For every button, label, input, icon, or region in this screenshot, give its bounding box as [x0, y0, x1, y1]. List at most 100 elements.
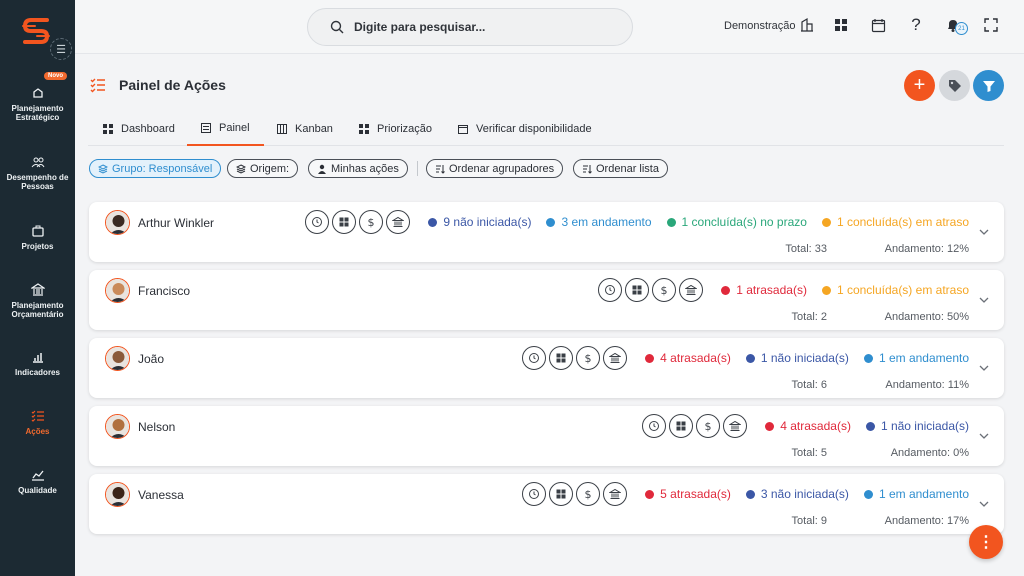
total-count: Total: 9: [791, 515, 827, 527]
status-count[interactable]: 3 não iniciada(s): [745, 487, 849, 501]
status-count[interactable]: 1 em andamento: [863, 351, 969, 365]
apps-grid-icon[interactable]: [832, 16, 850, 34]
company-building-icon[interactable]: [798, 16, 816, 34]
responsible-card[interactable]: Vanessa $5 atrasada(s) 3 não iniciada(s) 1 …: [89, 474, 1004, 534]
status-count[interactable]: 5 atrasada(s): [645, 487, 731, 501]
my-actions-filter[interactable]: Minhas ações: [308, 159, 408, 178]
responsible-card[interactable]: João $4 atrasada(s) 1 não iniciada(s) 1 em …: [89, 338, 1004, 398]
chevron-down-icon[interactable]: [978, 362, 990, 374]
dollar-icon[interactable]: $: [576, 346, 601, 370]
clock-icon[interactable]: [598, 278, 623, 302]
responsible-card[interactable]: Francisco $1 atrasada(s) 1 concluída(s) em…: [89, 270, 1004, 330]
grid-icon[interactable]: [625, 278, 650, 302]
sidebar-item-planejamento-orcamentario[interactable]: Planejamento Orçamentário: [0, 283, 75, 319]
status-label: 3 em andamento: [561, 215, 652, 229]
tab-kanban[interactable]: Kanban: [277, 111, 333, 146]
status-count[interactable]: 9 não iniciada(s): [428, 215, 531, 229]
svg-text:$: $: [368, 216, 375, 228]
status-count[interactable]: 1 concluída(s) no prazo: [666, 215, 807, 229]
sidebar-item-projetos[interactable]: Projetos: [0, 224, 75, 251]
status-label: 1 não iniciada(s): [880, 419, 969, 433]
total-count: Total: 6: [791, 379, 827, 391]
chevron-down-icon[interactable]: [978, 430, 990, 442]
chevron-down-icon[interactable]: [978, 226, 990, 238]
tab-label: Verificar disponibilidade: [476, 122, 592, 135]
grid-icon[interactable]: [332, 210, 357, 234]
filter-divider: [417, 161, 418, 176]
group-by-filter[interactable]: Grupo: Responsável: [89, 159, 222, 178]
app-logo[interactable]: [19, 14, 53, 48]
status-count[interactable]: 1 concluída(s) em atraso: [821, 283, 969, 297]
grid-icon[interactable]: [549, 346, 574, 370]
status-dot: [821, 285, 831, 295]
status-summary: $4 atrasada(s) 1 não iniciada(s): [642, 414, 969, 438]
clock-icon[interactable]: [642, 414, 667, 438]
dollar-icon[interactable]: $: [696, 414, 721, 438]
status-dot: [645, 489, 655, 499]
line-chart-icon: [31, 470, 44, 481]
status-count[interactable]: 1 concluída(s) em atraso: [821, 215, 969, 229]
status-count[interactable]: 3 em andamento: [546, 215, 652, 229]
calendar-icon[interactable]: [869, 16, 887, 34]
dollar-icon[interactable]: $: [359, 210, 384, 234]
bank-icon[interactable]: [723, 414, 748, 438]
clock-icon[interactable]: [305, 210, 330, 234]
search-input[interactable]: Digite para pesquisar...: [307, 8, 633, 46]
sidebar-item-acoes[interactable]: Ações: [0, 409, 75, 436]
filter-button[interactable]: [973, 70, 1004, 101]
search-icon: [330, 20, 344, 34]
sidebar-item-desempenho-pessoas[interactable]: Desempenho de Pessoas: [0, 155, 75, 191]
origin-filter[interactable]: Origem:: [227, 159, 299, 178]
sidebar-item-planejamento-estrategico[interactable]: Planejamento Estratégico: [0, 86, 75, 122]
responsible-card[interactable]: Nelson $4 atrasada(s) 1 não iniciada(s) Tot…: [89, 406, 1004, 466]
status-count[interactable]: 1 em andamento: [863, 487, 969, 501]
chevron-down-icon[interactable]: [978, 294, 990, 306]
status-label: 4 atrasada(s): [780, 419, 851, 433]
status-label: 9 não iniciada(s): [443, 215, 532, 229]
responsible-card[interactable]: Arthur Winkler $9 não iniciada(s) 3 em and…: [89, 202, 1004, 262]
status-count[interactable]: 1 não iniciada(s): [745, 351, 849, 365]
tab-priorizacao[interactable]: Priorização: [359, 111, 432, 146]
more-options-button[interactable]: ⋮: [969, 525, 1003, 559]
status-count[interactable]: 1 não iniciada(s): [865, 419, 969, 433]
strategy-icon: [32, 88, 43, 98]
menu-toggle-button[interactable]: ☰: [50, 38, 72, 60]
chevron-down-icon[interactable]: [978, 498, 990, 510]
status-count[interactable]: 4 atrasada(s): [765, 419, 851, 433]
chip-label: Grupo: Responsável: [112, 162, 213, 175]
grid-icon[interactable]: [669, 414, 694, 438]
clock-icon[interactable]: [522, 482, 547, 506]
avatar: [105, 414, 130, 439]
bank-icon[interactable]: [386, 210, 411, 234]
total-count: Total: 5: [791, 447, 827, 459]
sidebar: ☰ Novo Planejamento Estratégico Desempen…: [0, 0, 75, 576]
bank-icon[interactable]: [679, 278, 704, 302]
company-name[interactable]: Demonstração: [724, 20, 796, 32]
bank-icon[interactable]: [603, 482, 628, 506]
dollar-icon[interactable]: $: [576, 482, 601, 506]
tab-painel[interactable]: Painel: [187, 111, 264, 146]
sidebar-item-indicadores[interactable]: Indicadores: [0, 350, 75, 377]
tab-label: Kanban: [295, 122, 333, 135]
svg-text:$: $: [585, 488, 592, 500]
sidebar-item-qualidade[interactable]: Qualidade: [0, 468, 75, 495]
sidebar-item-label: Planejamento Orçamentário: [11, 301, 64, 319]
sort-groups-button[interactable]: Ordenar agrupadores: [426, 159, 564, 178]
tab-label: Painel: [219, 121, 250, 134]
add-action-button[interactable]: +: [904, 70, 935, 101]
status-count[interactable]: 1 atrasada(s): [721, 283, 807, 297]
grid-icon[interactable]: [549, 482, 574, 506]
tab-dashboard[interactable]: Dashboard: [103, 111, 175, 146]
fullscreen-icon[interactable]: [982, 16, 1000, 34]
people-icon: [31, 157, 44, 168]
status-count[interactable]: 4 atrasada(s): [645, 351, 731, 365]
tags-button[interactable]: [939, 70, 970, 101]
clock-icon[interactable]: [522, 346, 547, 370]
help-icon[interactable]: ?: [907, 15, 925, 34]
tab-verificar-disponibilidade[interactable]: Verificar disponibilidade: [458, 111, 592, 146]
bank-icon[interactable]: [603, 346, 628, 370]
status-label: 1 concluída(s) em atraso: [836, 215, 969, 229]
sort-list-button[interactable]: Ordenar lista: [573, 159, 668, 178]
dollar-icon[interactable]: $: [652, 278, 677, 302]
calendar-icon: [458, 124, 468, 134]
